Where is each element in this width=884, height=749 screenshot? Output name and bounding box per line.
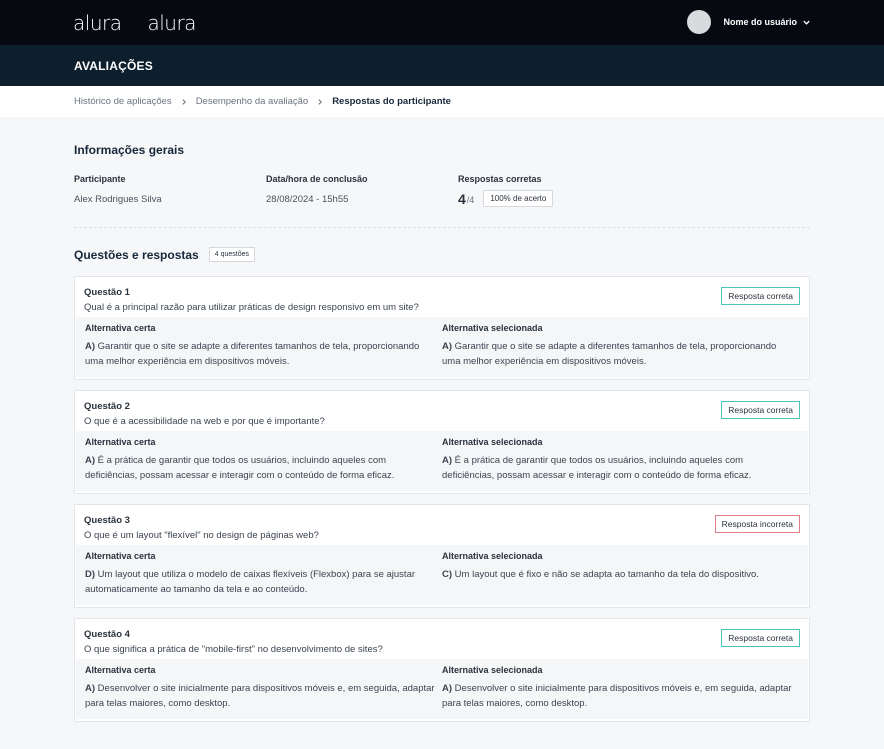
alternative-letter: A) [85, 683, 96, 694]
correct-alternative-label: Alternativa certa [85, 437, 156, 447]
status-badge: Resposta incorreta [714, 515, 800, 533]
questions-title: Questões e respostas [74, 247, 199, 262]
question-text: O que é a acessibilidade na web e por qu… [84, 416, 325, 427]
score-column: Respostas corretas 4 /4 100% de acerto [458, 174, 650, 207]
general-info-section: Informações gerais Participante Alex Rod… [74, 117, 810, 228]
alternative-letter: A) [442, 455, 453, 466]
alternative-letter: C) [442, 569, 453, 580]
questions-count-badge: 4 questões [208, 247, 255, 262]
score-total: /4 [466, 195, 475, 205]
question-number: Questão 4 [84, 629, 130, 640]
answers-panel: Alternativa certa A) Desenvolver o site … [76, 659, 808, 719]
section-divider [74, 227, 810, 228]
question-number: Questão 2 [84, 401, 130, 412]
correct-alternative-label: Alternativa certa [85, 665, 156, 675]
score-correct: 4 [458, 190, 466, 207]
status-badge: Resposta correta [721, 629, 800, 647]
answers-panel: Alternativa certa D) Um layout que utili… [76, 545, 808, 605]
correct-alternative-text: A) Garantir que o site se adapte a difer… [85, 339, 435, 369]
main-content: Informações gerais Participante Alex Rod… [0, 117, 884, 722]
status-badge: Resposta correta [721, 287, 800, 305]
question-card: Questão 1 Qual é a principal razão para … [74, 276, 810, 380]
date-value: 28/08/2024 - 15h55 [266, 194, 349, 205]
selected-alternative: Alternativa selecionada A) É a prática d… [442, 437, 799, 483]
correct-answers-label: Respostas corretas [458, 174, 542, 184]
selected-alternative-text: A) Desenvolver o site inicialmente para … [442, 681, 792, 711]
general-info-grid: Participante Alex Rodrigues Silva Data/h… [74, 174, 810, 207]
alternative-letter: A) [85, 455, 96, 466]
selected-alternative-text: C) Um layout que é fixo e não se adapta … [442, 567, 792, 582]
participant-column: Participante Alex Rodrigues Silva [74, 174, 266, 207]
correct-alternative-text: A) É a prática de garantir que todos os … [85, 453, 435, 483]
correct-alternative: Alternativa certa D) Um layout que utili… [85, 551, 442, 597]
correct-alternative: Alternativa certa A) Desenvolver o site … [85, 665, 442, 711]
correct-alternative: Alternativa certa A) É a prática de gara… [85, 437, 442, 483]
alura-logo[interactable]: alura [73, 11, 122, 35]
breadcrumb-item-history[interactable]: Histórico de aplicações [74, 96, 172, 107]
alternative-letter: D) [85, 569, 96, 580]
date-label: Data/hora de conclusão [266, 174, 368, 184]
participant-value: Alex Rodrigues Silva [74, 194, 162, 205]
question-card: Questão 3 O que é um layout "flexível" n… [74, 504, 810, 608]
page-title: AVALIAÇÕES [74, 58, 153, 73]
alternative-body: Garantir que o site se adapte a diferent… [85, 341, 420, 367]
chevron-right-icon [318, 98, 323, 105]
answers-panel: Alternativa certa A) Garantir que o site… [76, 317, 808, 377]
avatar[interactable] [687, 10, 712, 34]
alternative-body: É a prática de garantir que todos os usu… [85, 455, 395, 481]
questions-header: Questões e respostas 4 questões [74, 247, 810, 262]
accuracy-badge: 100% de acerto [483, 190, 554, 207]
date-column: Data/hora de conclusão 28/08/2024 - 15h5… [266, 174, 458, 207]
correct-alternative-text: D) Um layout que utiliza o modelo de cai… [85, 567, 435, 597]
selected-alternative-text: A) Garantir que o site se adapte a difer… [442, 339, 792, 369]
alternative-body: Um layout que utiliza o modelo de caixas… [85, 569, 416, 595]
score: 4 /4 100% de acerto [458, 190, 650, 207]
user-name[interactable]: Nome do usuário [723, 17, 797, 27]
question-text: O que significa a prática de "mobile-fir… [84, 644, 383, 655]
alternative-letter: A) [442, 341, 453, 352]
correct-alternative-label: Alternativa certa [85, 323, 156, 333]
selected-alternative-label: Alternativa selecionada [442, 551, 543, 561]
selected-alternative-label: Alternativa selecionada [442, 665, 543, 675]
selected-alternative: Alternativa selecionada A) Garantir que … [442, 323, 799, 369]
user-menu[interactable]: Nome do usuário [687, 10, 811, 34]
correct-alternative: Alternativa certa A) Garantir que o site… [85, 323, 442, 369]
status-badge: Resposta correta [721, 401, 800, 419]
question-card: Questão 4 O que significa a prática de "… [74, 618, 810, 722]
participant-label: Participante [74, 174, 126, 184]
question-text: Qual é a principal razão para utilizar p… [84, 302, 419, 313]
selected-alternative: Alternativa selecionada A) Desenvolver o… [442, 665, 799, 711]
breadcrumb: Histórico de aplicações Desempenho da av… [0, 86, 884, 117]
alternative-letter: A) [442, 683, 453, 694]
alternative-body: É a prática de garantir que todos os usu… [442, 455, 752, 481]
general-info-title: Informações gerais [74, 143, 185, 157]
correct-alternative-text: A) Desenvolver o site inicialmente para … [85, 681, 435, 711]
top-navbar: alura alura Nome do usuário [0, 0, 884, 45]
page-title-bar: AVALIAÇÕES [0, 45, 884, 86]
alternative-body: Desenvolver o site inicialmente para dis… [442, 683, 792, 709]
alura-logo-secondary[interactable]: alura [147, 11, 196, 35]
chevron-right-icon [182, 98, 186, 105]
correct-alternative-label: Alternativa certa [85, 551, 156, 561]
selected-alternative-label: Alternativa selecionada [442, 323, 543, 333]
alternative-body: Garantir que o site se adapte a diferent… [442, 341, 777, 367]
breadcrumb-item-performance[interactable]: Desempenho da avaliação [196, 96, 309, 107]
alternative-letter: A) [85, 341, 96, 352]
breadcrumb-item-current: Respostas do participante [332, 96, 451, 107]
question-card: Questão 2 O que é a acessibilidade na we… [74, 390, 810, 494]
answers-panel: Alternativa certa A) É a prática de gara… [76, 431, 808, 491]
question-text: O que é um layout "flexível" no design d… [84, 530, 319, 541]
selected-alternative-label: Alternativa selecionada [442, 437, 543, 447]
questions-list: Questão 1 Qual é a principal razão para … [74, 276, 810, 722]
question-number: Questão 1 [84, 287, 130, 298]
selected-alternative-text: A) É a prática de garantir que todos os … [442, 453, 792, 483]
question-number: Questão 3 [84, 515, 130, 526]
chevron-down-icon[interactable] [802, 18, 811, 27]
selected-alternative: Alternativa selecionada C) Um layout que… [442, 551, 799, 597]
alternative-body: Desenvolver o site inicialmente para dis… [85, 683, 435, 709]
alternative-body: Um layout que é fixo e não se adapta ao … [454, 569, 759, 580]
